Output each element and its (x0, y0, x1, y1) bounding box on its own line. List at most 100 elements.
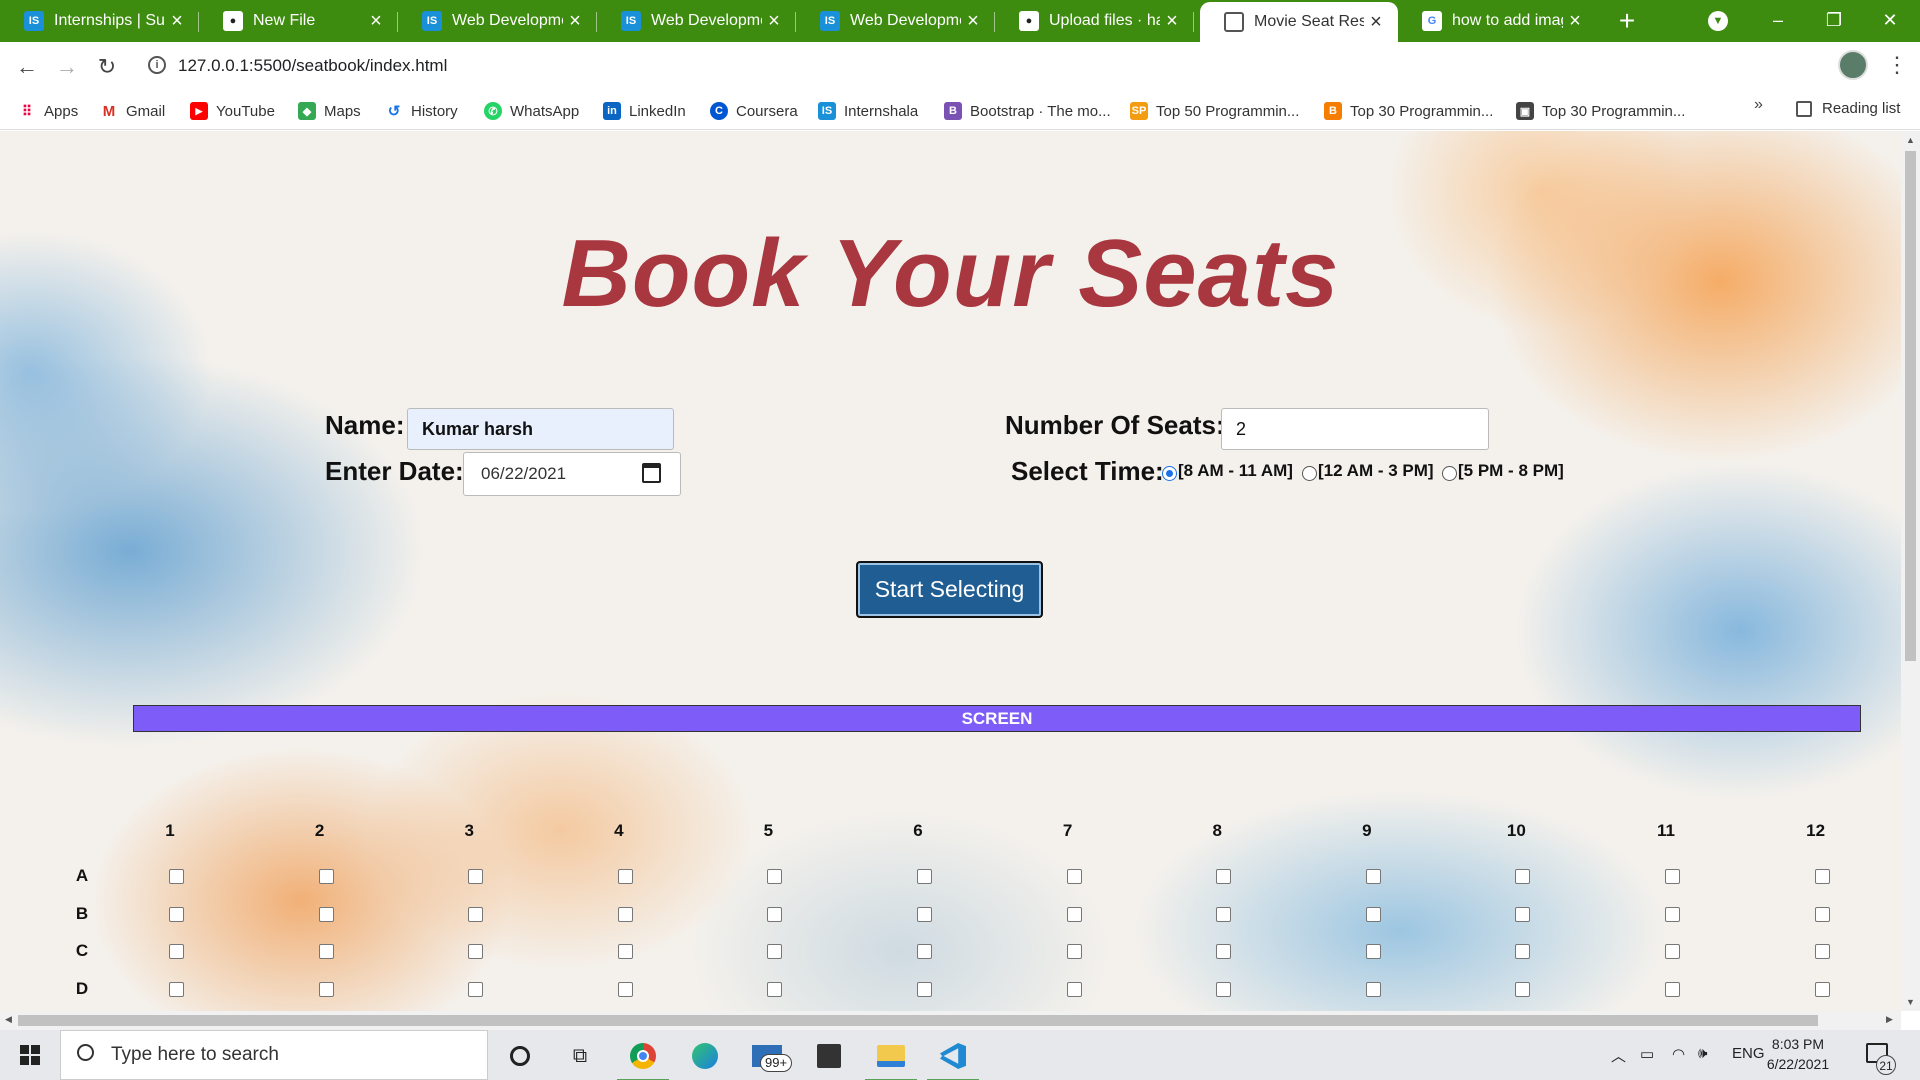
tab-search-icon[interactable]: ▼ (1708, 11, 1728, 31)
bookmark-top30-blogger[interactable]: B Top 30 Programmin... (1324, 100, 1493, 122)
seat-checkbox[interactable] (767, 869, 783, 884)
seat-checkbox[interactable] (617, 982, 633, 998)
address-bar[interactable]: i 127.0.0.1:5500/seatbook/index.html ☆ (138, 47, 1818, 85)
close-icon[interactable]: × (364, 11, 388, 31)
start-selecting-button[interactable]: Start Selecting (856, 561, 1043, 618)
seat-checkbox[interactable] (767, 906, 783, 922)
seat-checkbox[interactable] (617, 906, 633, 922)
seat-checkbox[interactable] (1216, 982, 1232, 998)
chevron-up-icon[interactable]: ︿ (1611, 1045, 1626, 1066)
windows-start-icon[interactable] (20, 1045, 40, 1065)
seat-checkbox[interactable] (917, 982, 932, 998)
seat-checkbox[interactable] (617, 869, 633, 884)
close-icon[interactable]: × (762, 11, 786, 31)
task-view-icon[interactable]: ⧉ (562, 1038, 598, 1074)
tab[interactable]: IS Web Development × (597, 0, 796, 42)
seat-checkbox[interactable] (1515, 944, 1531, 960)
bookmark-gmail[interactable]: M Gmail (100, 100, 165, 122)
taskbar-search[interactable]: Type here to search (60, 1030, 488, 1080)
restore-icon[interactable]: ❐ (1806, 0, 1862, 40)
time-option[interactable]: [12 AM - 3 PM] (1302, 460, 1434, 481)
seat-checkbox[interactable] (169, 944, 184, 960)
seats-input[interactable] (1221, 408, 1489, 450)
date-input[interactable]: 06/22/2021 (463, 452, 681, 496)
wifi-icon[interactable]: ◠ (1672, 1045, 1685, 1063)
bookmark-whatsapp[interactable]: ✆ WhatsApp (484, 100, 579, 122)
scroll-down-icon[interactable]: ▼ (1906, 997, 1915, 1007)
scroll-up-icon[interactable]: ▲ (1906, 135, 1915, 145)
close-icon[interactable]: × (563, 11, 587, 31)
battery-icon[interactable]: ▭ (1640, 1045, 1654, 1063)
seat-checkbox[interactable] (468, 869, 484, 884)
scrollbar-thumb[interactable] (1905, 151, 1916, 661)
tab-active[interactable]: Movie Seat Reservation × (1200, 2, 1398, 42)
file-explorer-icon[interactable] (865, 1038, 917, 1080)
seat-checkbox[interactable] (1066, 869, 1082, 884)
bookmark-coursera[interactable]: C Coursera (710, 100, 798, 122)
tab[interactable]: IS Web Development × (796, 0, 995, 42)
seat-checkbox[interactable] (917, 869, 932, 884)
back-icon[interactable]: ← (10, 50, 44, 84)
bookmark-bootstrap[interactable]: B Bootstrap · The mo... (944, 100, 1111, 122)
tab[interactable]: G how to add image × (1398, 0, 1597, 42)
seat-checkbox[interactable] (1814, 906, 1830, 922)
cortana-icon[interactable] (502, 1038, 538, 1074)
seat-checkbox[interactable] (917, 906, 932, 922)
close-icon[interactable]: × (961, 11, 985, 31)
minimize-icon[interactable]: – (1750, 0, 1806, 40)
seat-checkbox[interactable] (169, 869, 184, 884)
seat-checkbox[interactable] (468, 944, 484, 960)
seat-checkbox[interactable] (767, 944, 783, 960)
radio-button[interactable] (1302, 466, 1317, 481)
seat-checkbox[interactable] (1216, 944, 1232, 960)
radio-button[interactable] (1162, 466, 1177, 481)
bookmark-top30[interactable]: ▣ Top 30 Programmin... (1516, 100, 1685, 122)
bookmark-internshala[interactable]: IS Internshala (818, 100, 918, 122)
bookmark-history[interactable]: ↺ History (385, 100, 458, 122)
bookmarks-overflow-icon[interactable]: » (1754, 96, 1763, 114)
tab[interactable]: ● New File × (199, 0, 398, 42)
radio-button[interactable] (1442, 466, 1457, 481)
profile-avatar[interactable] (1838, 50, 1868, 80)
time-option[interactable]: [5 PM - 8 PM] (1442, 460, 1564, 481)
seat-checkbox[interactable] (1365, 906, 1381, 922)
seat-checkbox[interactable] (468, 906, 484, 922)
seat-checkbox[interactable] (169, 982, 184, 998)
seat-checkbox[interactable] (1515, 869, 1531, 884)
seat-checkbox[interactable] (1665, 944, 1680, 960)
site-info-icon[interactable]: i (148, 56, 166, 74)
bookmark-linkedin[interactable]: in LinkedIn (603, 100, 686, 122)
menu-kebab-icon[interactable]: ⋮ (1886, 52, 1908, 78)
name-input[interactable] (407, 408, 674, 450)
seat-checkbox[interactable] (1365, 944, 1381, 960)
chrome-icon[interactable] (617, 1038, 669, 1080)
bookmark-top50[interactable]: SP Top 50 Programmin... (1130, 100, 1299, 122)
seat-checkbox[interactable] (767, 982, 783, 998)
clock[interactable]: 8:03 PM 6/22/2021 (1758, 1034, 1838, 1074)
close-icon[interactable]: × (1364, 12, 1388, 32)
seat-checkbox[interactable] (1814, 944, 1830, 960)
seat-checkbox[interactable] (1216, 869, 1232, 884)
seat-checkbox[interactable] (169, 906, 184, 922)
seat-checkbox[interactable] (1066, 906, 1082, 922)
calendar-icon[interactable] (642, 463, 661, 483)
vscode-icon[interactable] (927, 1038, 979, 1080)
horizontal-scrollbar[interactable]: ◀ ▶ (0, 1011, 1901, 1030)
seat-checkbox[interactable] (318, 906, 334, 922)
seat-checkbox[interactable] (1515, 982, 1531, 998)
window-close-icon[interactable]: ✕ (1862, 0, 1918, 40)
seat-checkbox[interactable] (468, 982, 484, 998)
seat-checkbox[interactable] (917, 944, 932, 960)
url-text[interactable]: 127.0.0.1:5500/seatbook/index.html (178, 56, 447, 76)
seat-checkbox[interactable] (1365, 869, 1381, 884)
reading-list-button[interactable]: Reading list (1796, 100, 1900, 117)
seat-checkbox[interactable] (1216, 906, 1232, 922)
store-icon[interactable] (811, 1038, 847, 1074)
bookmark-apps[interactable]: ⠿ Apps (18, 100, 78, 122)
scrollbar-thumb[interactable] (18, 1015, 1818, 1026)
seat-checkbox[interactable] (1665, 869, 1680, 884)
time-option[interactable]: [8 AM - 11 AM] (1162, 460, 1293, 481)
reload-icon[interactable]: ↻ (90, 50, 124, 84)
seat-checkbox[interactable] (1665, 982, 1680, 998)
seat-checkbox[interactable] (1515, 906, 1531, 922)
